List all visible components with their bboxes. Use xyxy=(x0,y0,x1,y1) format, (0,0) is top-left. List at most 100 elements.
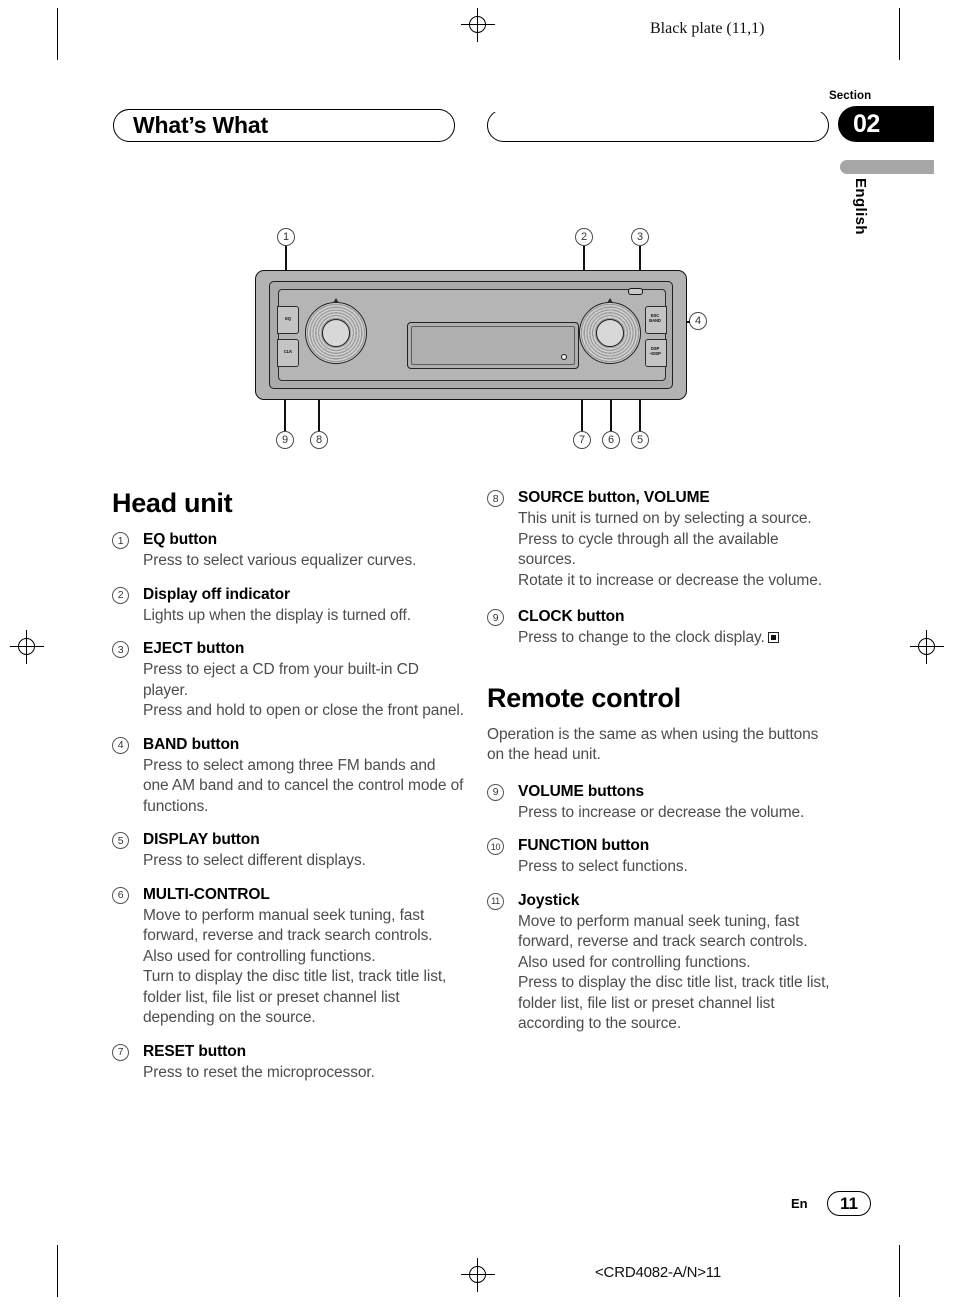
item-number: 1 xyxy=(112,532,129,549)
head-unit-diagram: 1 2 3 4 5 6 7 8 9 EQ CLK ESC BAND DSP –D… xyxy=(250,220,720,465)
item-description: Move to perform manual seek tuning, fast… xyxy=(518,912,830,1033)
end-of-section-marker xyxy=(767,632,779,643)
head-unit-heading: Head unit xyxy=(112,488,233,518)
trim-line-left-bottom xyxy=(57,1245,58,1297)
trim-line-right-bottom xyxy=(899,1245,900,1297)
diagram-callout-9: 9 xyxy=(276,431,294,449)
item-number: 5 xyxy=(112,832,129,849)
item-description: Press to select among three FM bands and… xyxy=(143,756,464,815)
item-description: Press to eject a CD from your built-in C… xyxy=(143,661,464,719)
plate-note: Black plate (11,1) xyxy=(650,20,765,37)
item-description: Press to select functions. xyxy=(518,858,688,875)
item-description-text: Press to change to the clock display. xyxy=(518,629,765,646)
diagram-callout-5: 5 xyxy=(631,431,649,449)
item-description: Press to select different displays. xyxy=(143,852,366,869)
item-number: 6 xyxy=(112,886,129,904)
section-number-badge: 02 xyxy=(838,106,934,142)
item-term: Joystick xyxy=(518,891,580,909)
item-number: 11 xyxy=(487,892,504,910)
diagram-callout-8: 8 xyxy=(310,431,328,449)
list-item: 8 SOURCE button, VOLUME This unit is tur… xyxy=(487,488,839,591)
section-label: Section xyxy=(829,90,872,102)
item-number: 4 xyxy=(112,736,129,754)
list-item: 1 EQ button Press to select various equa… xyxy=(112,530,464,572)
item-term: SOURCE button, VOLUME xyxy=(518,489,710,506)
clock-button-label: CLK xyxy=(283,349,293,354)
registration-mark-bottom xyxy=(461,1258,495,1292)
remote-control-intro: Operation is the same as when using the … xyxy=(487,725,819,764)
item-description: Press to increase or decrease the volume… xyxy=(518,803,805,821)
item-description: This unit is turned on by selecting a so… xyxy=(518,510,822,589)
list-item: 11 Joystick Move to perform manual seek … xyxy=(487,891,839,1035)
language-tab-label: English xyxy=(852,178,869,235)
item-term: BAND button xyxy=(143,735,240,753)
item-term: RESET button xyxy=(143,1042,246,1060)
diagram-callout-7: 7 xyxy=(573,431,591,449)
head-unit-column: Head unit 1 EQ button Press to select va… xyxy=(112,488,464,1096)
item-number: 8 xyxy=(487,490,504,507)
footer-document-code: <CRD4082-A/N>11 xyxy=(595,1264,721,1281)
faceplate-inner-bezel: EQ CLK ESC BAND DSP –DISP xyxy=(269,281,673,389)
diagram-callout-2: 2 xyxy=(575,228,593,246)
item-description: Press to select various equalizer curves… xyxy=(143,552,417,569)
faceplate-inner-frame: EQ CLK ESC BAND DSP –DISP xyxy=(277,288,667,381)
language-tab-bar xyxy=(840,160,934,174)
list-item: 6 MULTI-CONTROL Move to perform manual s… xyxy=(112,885,464,1029)
diagram-callout-3: 3 xyxy=(631,228,649,246)
list-item: 9 VOLUME buttons Press to increase or de… xyxy=(487,782,839,824)
source-volume-knob[interactable] xyxy=(305,302,367,364)
item-description: Lights up when the display is turned off… xyxy=(143,606,411,624)
item-description: Press to reset the microprocessor. xyxy=(143,1063,375,1081)
list-item: 4 BAND button Press to select among thre… xyxy=(112,735,464,818)
registration-mark-top xyxy=(461,8,495,42)
trim-line-right xyxy=(899,8,900,60)
item-number: 9 xyxy=(487,609,504,626)
trim-line-left xyxy=(57,8,58,60)
item-number: 10 xyxy=(487,838,504,855)
list-item: 5 DISPLAY button Press to select differe… xyxy=(112,830,464,872)
registration-mark-right xyxy=(910,630,944,664)
list-item: 9 CLOCK button Press to change to the cl… xyxy=(487,607,839,649)
item-term: MULTI-CONTROL xyxy=(143,885,270,903)
eq-button-label: EQ xyxy=(285,316,291,321)
remote-control-column: 8 SOURCE button, VOLUME This unit is tur… xyxy=(487,488,839,1048)
registration-mark-left xyxy=(10,630,44,664)
eject-button[interactable] xyxy=(628,288,643,295)
item-term: VOLUME buttons xyxy=(518,782,645,800)
list-item: 3 EJECT button Press to eject a CD from … xyxy=(112,639,464,722)
diagram-callout-6: 6 xyxy=(602,431,620,449)
remote-control-heading: Remote control xyxy=(487,682,681,713)
item-term: EQ button xyxy=(143,531,217,548)
chapter-title-pill: What’s What xyxy=(113,109,455,142)
item-term: Display off indicator xyxy=(143,585,290,603)
display-window xyxy=(407,322,579,369)
page-title: What’s What xyxy=(133,112,268,138)
item-term: FUNCTION button xyxy=(518,837,650,854)
item-term: DISPLAY button xyxy=(143,831,260,848)
chapter-title-pill-blank xyxy=(487,109,829,142)
list-item: 7 RESET button Press to reset the microp… xyxy=(112,1042,464,1084)
footer-language: En xyxy=(791,1196,808,1211)
title-pill-mask xyxy=(487,106,832,112)
item-description: Move to perform manual seek tuning, fast… xyxy=(143,906,447,1027)
multi-control-knob-tick xyxy=(607,298,613,303)
list-item: 10 FUNCTION button Press to select funct… xyxy=(487,836,839,878)
faceplate-body: EQ CLK ESC BAND DSP –DISP xyxy=(255,270,687,400)
manual-page: Black plate (11,1) Section 02 English Wh… xyxy=(0,0,954,1307)
item-number: 3 xyxy=(112,641,129,658)
item-description: Press to change to the clock display. xyxy=(518,628,839,649)
item-number: 7 xyxy=(112,1043,129,1061)
item-number: 9 xyxy=(487,783,504,801)
footer-page-number: 11 xyxy=(827,1191,871,1216)
display-button-label: DSP –DISP xyxy=(649,346,661,356)
reset-button[interactable] xyxy=(561,354,567,360)
band-button-label: ESC BAND xyxy=(649,313,661,323)
list-item: 2 Display off indicator Lights up when t… xyxy=(112,585,464,627)
item-number: 2 xyxy=(112,586,129,604)
source-knob-tick xyxy=(333,298,339,303)
diagram-callout-4: 4 xyxy=(689,312,707,330)
diagram-callout-1: 1 xyxy=(277,228,295,246)
item-term: EJECT button xyxy=(143,640,245,657)
multi-control-knob[interactable] xyxy=(579,302,641,364)
item-term: CLOCK button xyxy=(518,608,625,625)
